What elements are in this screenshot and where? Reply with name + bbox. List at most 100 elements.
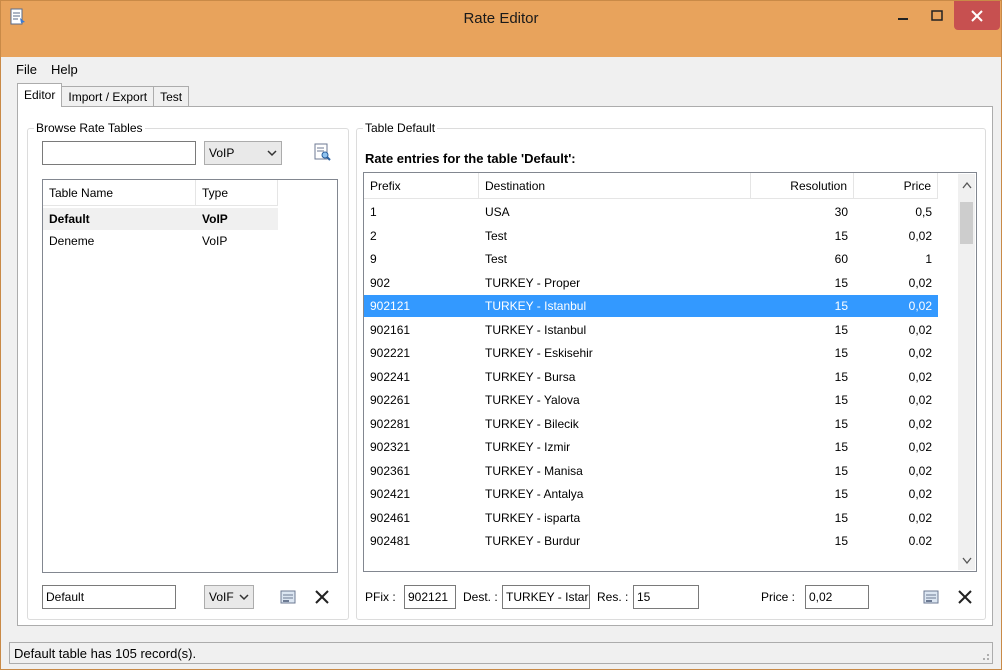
scroll-thumb[interactable]: [960, 202, 973, 244]
destination-cell: TURKEY - Bursa: [485, 369, 576, 384]
prefix-cell: 902461: [370, 510, 411, 525]
rate-row[interactable]: 902221 TURKEY - Eskisehir 15 0,02: [364, 342, 938, 364]
price-cell: 0,02: [908, 322, 932, 337]
resolution-cell: 15: [834, 463, 848, 478]
prefix-cell: 9: [370, 252, 377, 266]
prefix-cell: 1: [370, 205, 377, 219]
resolution-cell: 15: [834, 416, 848, 431]
rate-row[interactable]: 902321 TURKEY - Izmir 15 0,02: [364, 436, 938, 458]
rate-row[interactable]: 2 Test 15 0,02: [364, 225, 938, 247]
prefix-cell: 902321: [370, 440, 411, 454]
table-name-cell: Default: [49, 212, 90, 226]
destination-cell: USA: [485, 205, 510, 219]
save-entry-button[interactable]: [919, 585, 943, 609]
price-cell: 1: [925, 252, 932, 266]
menu-bar: File Help: [9, 58, 993, 80]
table-search-input[interactable]: [42, 141, 196, 165]
tab-import-export[interactable]: Import / Export: [61, 86, 155, 107]
type-filter-select[interactable]: VoIP: [204, 141, 282, 165]
close-icon: [971, 9, 983, 22]
column-price[interactable]: Price: [854, 173, 938, 199]
destination-input[interactable]: TURKEY - Istar: [502, 585, 590, 609]
price-input[interactable]: 0,02: [805, 585, 869, 609]
delete-icon: [315, 590, 329, 604]
type-filter-value: VoIP: [209, 146, 235, 160]
destination-cell: Test: [485, 228, 508, 243]
table-row[interactable]: Deneme VoIP: [43, 230, 278, 252]
search-table-button[interactable]: [310, 140, 334, 164]
price-cell: 0,02: [908, 440, 932, 454]
chevron-up-icon: [961, 181, 972, 188]
delete-icon: [958, 590, 972, 604]
column-prefix[interactable]: Prefix: [364, 173, 479, 199]
price-cell: 0,02: [908, 369, 932, 384]
rate-row[interactable]: 1 USA 30 0,5: [364, 201, 938, 223]
resolution-cell: 15: [834, 275, 848, 290]
editor-panel: Browse Rate Tables VoIP Table Name Type …: [17, 106, 993, 626]
column-table-name[interactable]: Table Name: [43, 180, 196, 206]
rate-row[interactable]: 902 TURKEY - Proper 15 0,02: [364, 272, 938, 294]
prefix-cell: 902221: [370, 346, 411, 360]
tab-editor[interactable]: Editor: [17, 83, 63, 107]
prefix-cell: 902361: [370, 463, 411, 478]
scroll-up-button[interactable]: [958, 176, 975, 193]
status-text: Default table has 105 record(s).: [14, 646, 197, 661]
table-group: Table Default Rate entries for the table…: [356, 121, 986, 620]
destination-label: Dest. :: [463, 590, 498, 604]
maximize-button[interactable]: [920, 1, 954, 30]
prefix-cell: 902261: [370, 393, 411, 407]
delete-table-button[interactable]: [310, 585, 334, 609]
column-resolution[interactable]: Resolution: [751, 173, 854, 199]
prefix-cell: 902241: [370, 369, 411, 384]
minimize-button[interactable]: [886, 1, 920, 30]
menu-file[interactable]: File: [9, 62, 44, 77]
title-bar[interactable]: Rate Editor: [1, 1, 1001, 57]
table-type-cell: VoIP: [202, 212, 228, 226]
prefix-cell: 902281: [370, 416, 411, 431]
find-icon: [314, 143, 331, 161]
destination-cell: TURKEY - Burdur: [485, 534, 581, 548]
table-name-cell: Deneme: [49, 234, 95, 248]
rate-row[interactable]: 902161 TURKEY - Istanbul 15 0,02: [364, 319, 938, 341]
rate-row[interactable]: 902461 TURKEY - isparta 15 0,02: [364, 507, 938, 529]
rate-row[interactable]: 902421 TURKEY - Antalya 15 0,02: [364, 483, 938, 505]
save-table-button[interactable]: [276, 585, 300, 609]
column-destination[interactable]: Destination: [479, 173, 751, 199]
rate-row[interactable]: 9 Test 60 1: [364, 248, 938, 270]
chevron-down-icon: [267, 150, 277, 157]
close-button[interactable]: [954, 1, 1000, 30]
delete-entry-button[interactable]: [953, 585, 977, 609]
rate-row[interactable]: 902261 TURKEY - Yalova 15 0,02: [364, 389, 938, 411]
price-cell: 0,5: [915, 205, 932, 219]
rate-entries-list[interactable]: Prefix Destination Resolution Price 1 USA…: [363, 172, 977, 572]
prefix-cell: 902481: [370, 534, 411, 548]
resolution-input[interactable]: 15: [633, 585, 699, 609]
prefix-input[interactable]: 902121: [404, 585, 456, 609]
scroll-down-button[interactable]: [958, 551, 975, 568]
rate-row[interactable]: 902241 TURKEY - Bursa 15 0,02: [364, 366, 938, 388]
table-type-value: VoIF: [209, 590, 234, 604]
rate-entries-header: Prefix Destination Resolution Price: [364, 173, 938, 199]
destination-cell: TURKEY - Bilecik: [485, 416, 579, 431]
rate-row[interactable]: 902481 TURKEY - Burdur 15 0.02: [364, 530, 938, 552]
resolution-cell: 15: [834, 487, 848, 501]
rate-row[interactable]: 902361 TURKEY - Manisa 15 0,02: [364, 460, 938, 482]
rate-tables-list[interactable]: Table Name Type Default VoIP Deneme VoIP: [42, 179, 338, 573]
table-row[interactable]: Default VoIP: [43, 208, 278, 230]
menu-help[interactable]: Help: [44, 62, 85, 77]
price-cell: 0,02: [908, 416, 932, 431]
prefix-cell: 902: [370, 275, 391, 290]
destination-cell: Test: [485, 252, 508, 266]
resolution-cell: 30: [834, 205, 848, 219]
rate-entries-scrollbar[interactable]: [958, 174, 975, 570]
rate-row[interactable]: 902121 TURKEY - Istanbul 15 0,02: [364, 295, 938, 317]
resolution-cell: 15: [834, 369, 848, 384]
destination-cell: TURKEY - Yalova: [485, 393, 580, 407]
table-type-select[interactable]: VoIF: [204, 585, 254, 609]
column-type[interactable]: Type: [196, 180, 278, 206]
resize-grip-icon[interactable]: [980, 651, 990, 661]
rate-row[interactable]: 902281 TURKEY - Bilecik 15 0,02: [364, 413, 938, 435]
table-name-input[interactable]: Default: [42, 585, 176, 609]
window-title: Rate Editor: [463, 10, 539, 27]
tab-test[interactable]: Test: [153, 86, 190, 107]
